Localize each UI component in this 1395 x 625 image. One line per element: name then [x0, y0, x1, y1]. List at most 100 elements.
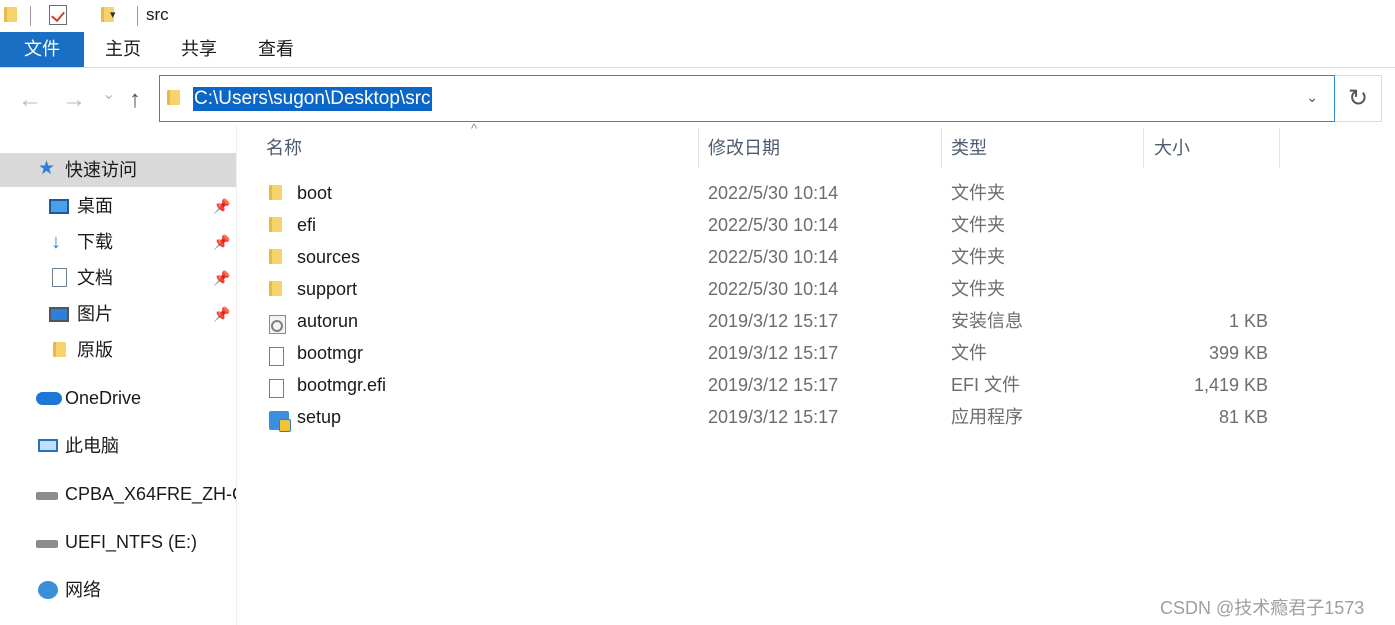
drive-icon	[36, 540, 58, 548]
file-modified: 2019/3/12 15:17	[708, 311, 839, 331]
column-divider[interactable]	[698, 128, 699, 168]
file-row[interactable]: setup 2019/3/12 15:17 应用程序 81 KB	[262, 401, 1280, 433]
documents-icon	[52, 268, 67, 287]
file-row[interactable]: bootmgr 2019/3/12 15:17 文件 399 KB	[262, 337, 1280, 369]
sort-ascending-icon: ^	[471, 121, 478, 136]
window-title: src	[146, 5, 169, 24]
column-divider[interactable]	[1279, 128, 1280, 168]
network-icon	[38, 581, 58, 599]
file-row[interactable]: support 2022/5/30 10:14 文件夹	[262, 273, 1280, 305]
setup-info-icon	[269, 315, 286, 334]
pictures-icon	[49, 307, 69, 322]
divider	[30, 6, 31, 26]
file-modified: 2019/3/12 15:17	[708, 375, 839, 395]
pin-icon[interactable]: 📌	[213, 297, 230, 331]
nav-item-downloads[interactable]: ↓ 下载 📌	[0, 225, 236, 259]
folder-icon	[4, 6, 18, 22]
folder-icon	[269, 248, 283, 264]
file-name: efi	[297, 215, 317, 235]
forward-button[interactable]: →	[62, 86, 86, 114]
file-name: sources	[297, 247, 361, 267]
file-type: 文件	[951, 343, 987, 363]
file-icon	[269, 379, 284, 398]
file-type: 文件夹	[951, 215, 1005, 235]
chevron-down-icon[interactable]: ⌄	[1306, 89, 1318, 106]
folder-icon	[269, 280, 283, 296]
nav-drive-cpba[interactable]: CPBA_X64FRE_ZH-CN	[0, 477, 236, 511]
nav-label: CPBA_X64FRE_ZH-CN	[65, 484, 236, 504]
address-path[interactable]: C:\Users\sugon\Desktop\src	[193, 87, 432, 111]
file-type: 文件夹	[951, 183, 1005, 203]
folder-icon	[167, 89, 181, 105]
nav-item-original[interactable]: 原版	[0, 333, 236, 367]
file-row[interactable]: autorun 2019/3/12 15:17 安装信息 1 KB	[262, 305, 1280, 337]
nav-network[interactable]: 网络	[0, 573, 236, 607]
pin-icon[interactable]: 📌	[213, 261, 230, 295]
nav-label: UEFI_NTFS (E:)	[65, 532, 198, 552]
nav-item-documents[interactable]: 文档 📌	[0, 261, 236, 295]
nav-label: 桌面	[77, 196, 113, 216]
file-type: 文件夹	[951, 247, 1005, 267]
nav-onedrive[interactable]: OneDrive	[0, 381, 236, 415]
column-header-size[interactable]: 大小	[1154, 128, 1190, 168]
nav-label: 网络	[65, 580, 101, 600]
ribbon-tabs: 文件 主页 共享 查看	[0, 32, 1395, 68]
file-size: 81 KB	[1218, 407, 1268, 427]
nav-drive-uefi[interactable]: UEFI_NTFS (E:)	[0, 525, 236, 559]
nav-this-pc[interactable]: 此电脑	[0, 429, 236, 463]
file-size: 399 KB	[1208, 343, 1268, 363]
file-row[interactable]: sources 2022/5/30 10:14 文件夹	[262, 241, 1280, 273]
up-button[interactable]: ↑	[129, 86, 141, 114]
properties-icon[interactable]	[49, 5, 67, 25]
file-type: 应用程序	[951, 407, 1023, 427]
cloud-icon	[36, 392, 62, 405]
column-header-modified[interactable]: 修改日期	[708, 128, 780, 168]
nav-item-desktop[interactable]: 桌面 📌	[0, 189, 236, 223]
address-bar[interactable]: C:\Users\sugon\Desktop\src ⌄	[159, 75, 1335, 122]
file-type: EFI 文件	[951, 375, 1021, 395]
customize-quick-access-icon[interactable]: ▾	[110, 8, 116, 21]
nav-label: OneDrive	[65, 388, 142, 408]
file-size: 1 KB	[1228, 311, 1268, 331]
column-divider[interactable]	[1143, 128, 1144, 168]
pin-icon[interactable]: 📌	[213, 225, 230, 259]
file-modified: 2022/5/30 10:14	[708, 215, 839, 235]
tab-home[interactable]: 主页	[93, 32, 153, 67]
nav-quick-access[interactable]: ★ 快速访问	[0, 153, 236, 187]
file-row[interactable]: bootmgr.efi 2019/3/12 15:17 EFI 文件 1,419…	[262, 369, 1280, 401]
file-name: autorun	[297, 311, 359, 331]
back-button[interactable]: ←	[18, 86, 42, 114]
star-icon: ★	[38, 158, 56, 179]
computer-icon	[38, 439, 58, 452]
title-bar: ▾ src	[0, 0, 1395, 32]
tab-view[interactable]: 查看	[246, 32, 306, 67]
file-row[interactable]: efi 2022/5/30 10:14 文件夹	[262, 209, 1280, 241]
file-size: 1,419 KB	[1193, 375, 1268, 395]
nav-label: 文档	[77, 268, 113, 288]
file-name: bootmgr	[297, 343, 364, 363]
file-modified: 2022/5/30 10:14	[708, 183, 839, 203]
column-divider[interactable]	[941, 128, 942, 168]
nav-label: 下载	[77, 232, 113, 252]
file-name: setup	[297, 407, 342, 427]
download-icon: ↓	[51, 231, 61, 253]
file-modified: 2019/3/12 15:17	[708, 343, 839, 363]
folder-icon	[269, 184, 283, 200]
nav-label: 原版	[77, 340, 113, 360]
setup-app-icon	[269, 411, 291, 432]
pin-icon[interactable]: 📌	[213, 189, 230, 223]
file-row[interactable]: boot 2022/5/30 10:14 文件夹	[262, 177, 1280, 209]
column-header-name[interactable]: 名称	[266, 128, 302, 168]
nav-item-pictures[interactable]: 图片 📌	[0, 297, 236, 331]
nav-label: 快速访问	[65, 160, 137, 180]
file-type: 安装信息	[951, 311, 1023, 331]
tab-share[interactable]: 共享	[169, 32, 229, 67]
file-modified: 2019/3/12 15:17	[708, 407, 839, 427]
nav-label: 此电脑	[65, 436, 119, 456]
recent-locations-button[interactable]: ⌄	[102, 84, 115, 104]
file-name: bootmgr.efi	[297, 375, 387, 395]
column-header-type[interactable]: 类型	[951, 128, 987, 168]
tab-file[interactable]: 文件	[0, 32, 84, 67]
drive-icon	[36, 492, 58, 500]
refresh-button[interactable]: ↻	[1335, 75, 1382, 122]
